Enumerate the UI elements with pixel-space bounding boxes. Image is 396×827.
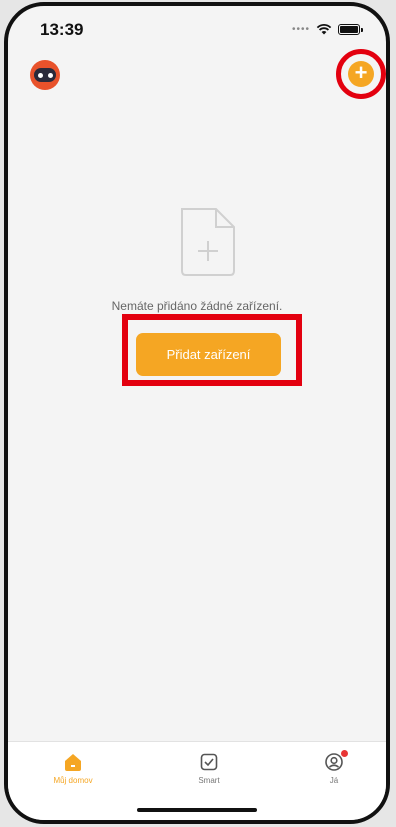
add-button-highlight: + — [336, 49, 386, 99]
tab-label: Můj domov — [53, 776, 93, 785]
checkbox-icon — [200, 753, 218, 771]
battery-icon — [338, 23, 363, 35]
add-file-icon — [181, 208, 235, 276]
tab-label: Já — [329, 776, 339, 785]
status-time: 13:39 — [40, 20, 84, 39]
notification-badge — [341, 750, 348, 757]
status-bar: 13:39 •••• — [8, 6, 386, 50]
add-device-button[interactable]: + — [348, 61, 374, 87]
signal-dots-icon: •••• — [291, 23, 310, 35]
tab-smart[interactable]: Smart — [169, 752, 249, 785]
tab-me[interactable]: Já — [294, 750, 374, 785]
add-device-cta-button[interactable]: Přidat zařízení — [136, 333, 281, 376]
tab-my-home[interactable]: Můj domov — [33, 752, 113, 785]
home-indicator — [137, 808, 257, 812]
home-icon — [65, 754, 81, 771]
tab-bar: Můj domov Smart Já — [8, 741, 386, 820]
empty-state-message: Nemáte přidáno žádné zařízení. — [111, 299, 283, 313]
phone-frame: 13:39 •••• + Nemáte přidáno žádné zaříze… — [4, 2, 390, 824]
wifi-icon — [316, 23, 332, 35]
robot-avatar-icon[interactable] — [30, 60, 60, 90]
status-icons: •••• — [291, 23, 363, 35]
tab-label: Smart — [198, 776, 220, 785]
plus-circle-icon: + — [354, 60, 368, 85]
